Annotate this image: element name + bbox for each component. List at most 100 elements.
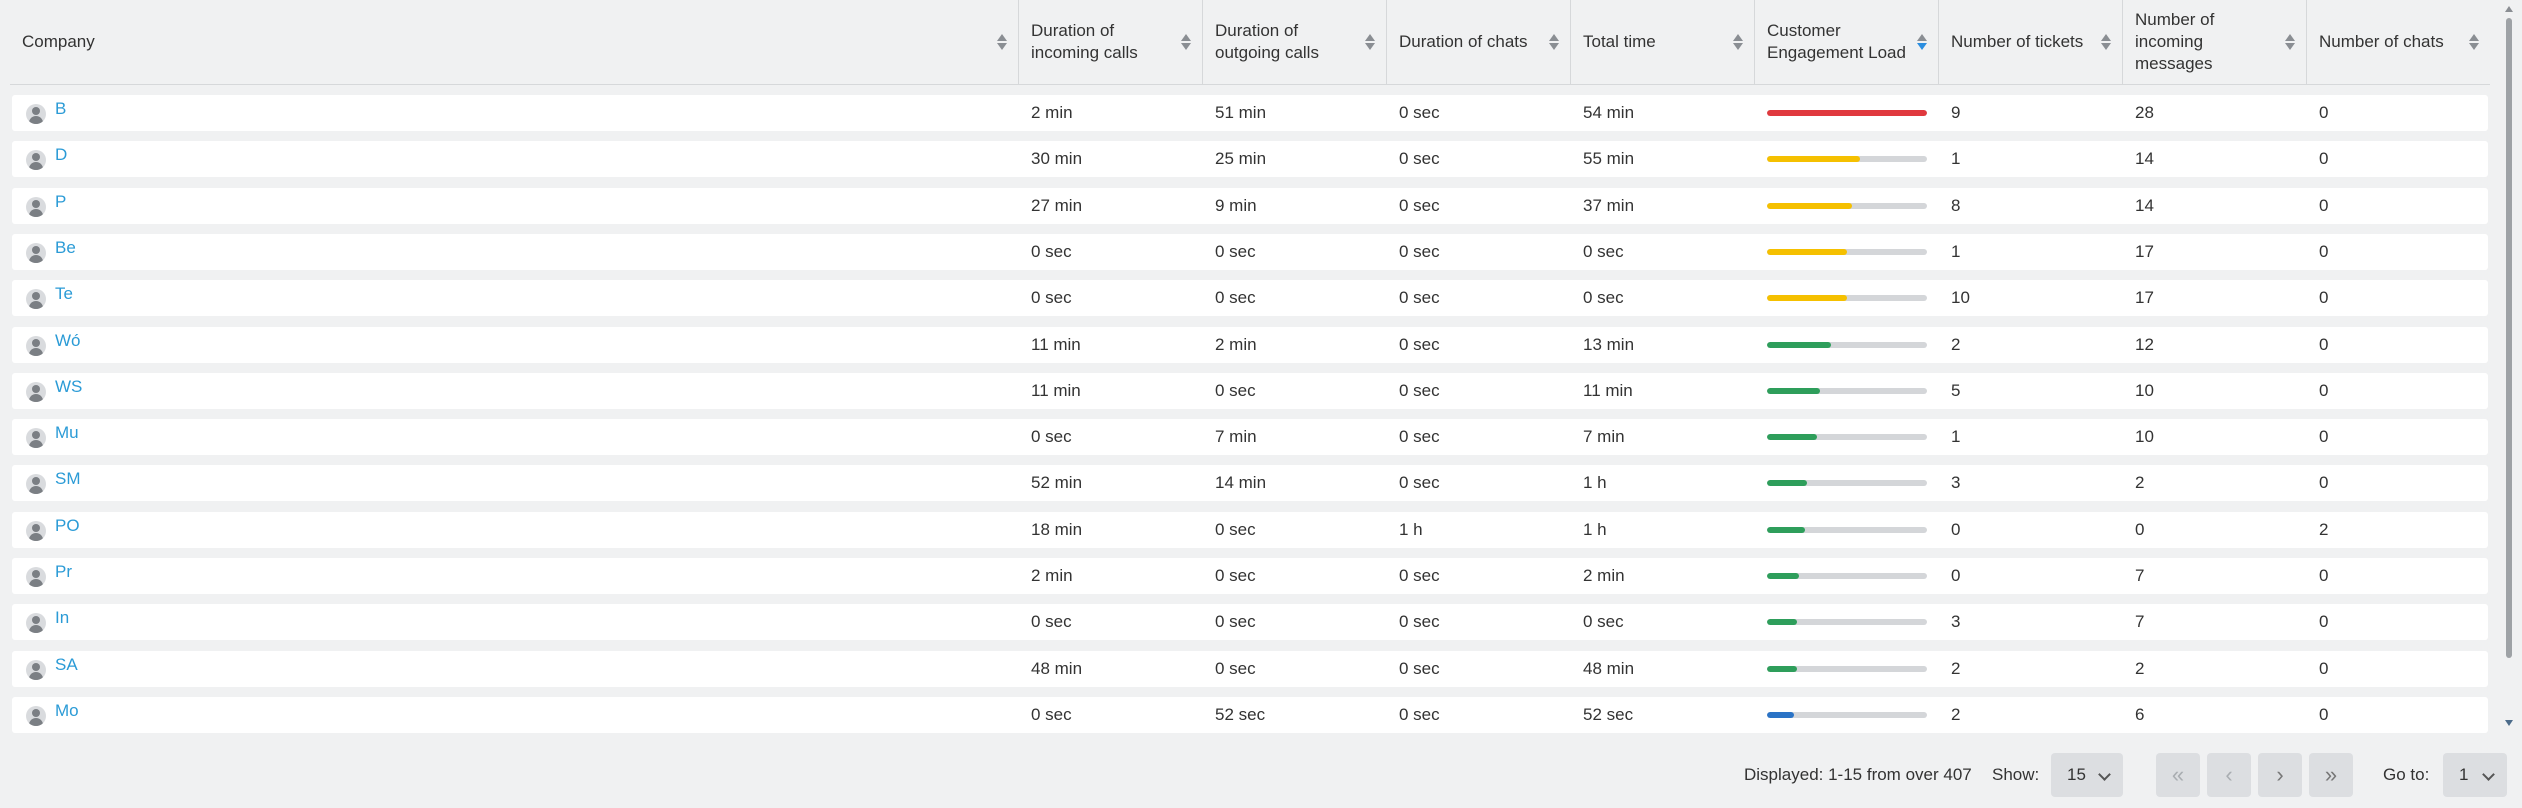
company-link[interactable]: Mo [55, 693, 79, 729]
sort-arrows-icon[interactable] [2100, 32, 2112, 52]
next-page-button[interactable]: › [2258, 753, 2302, 797]
vertical-scrollbar[interactable] [2503, 0, 2515, 735]
cell-incoming-messages: 10 [2135, 381, 2154, 400]
pagination-footer: Displayed: 1-15 from over 407 Show: 15 «… [0, 735, 2522, 808]
table-row[interactable]: PO 18 min 0 sec 1 h1 h002 [12, 512, 2488, 548]
table-row[interactable]: Pr 2 min 0 sec 0 sec 2 min 0 7 0 [12, 558, 2488, 594]
table-row[interactable]: Wó 11 min 2 min 0 sec 13 min 2 12 0 [12, 327, 2488, 363]
cell-incoming-calls: 18 min [1031, 520, 1083, 539]
sort-arrows-icon[interactable] [2284, 32, 2296, 52]
engagement-load-bar [1767, 388, 1927, 394]
column-header-company[interactable]: Company [10, 0, 1019, 84]
table-row[interactable]: SM 52 min 14 min 0 sec 1 h320 [12, 465, 2488, 501]
table-row[interactable]: Mu 0 sec 7 min 0 sec 7 min 1 10 0 [12, 419, 2488, 455]
company-link[interactable]: WS [55, 369, 82, 405]
engagement-load-fill [1767, 480, 1807, 486]
sort-arrows-icon[interactable] [1548, 32, 1560, 52]
scroll-thumb[interactable] [2506, 18, 2512, 658]
company-link[interactable]: SA [55, 647, 78, 683]
company-link[interactable]: In [55, 600, 69, 636]
cell-total-time: 7 min [1583, 427, 1625, 446]
cell-chats-duration: 0 sec [1399, 659, 1440, 678]
column-header-incoming-messages[interactable]: Number of incoming messages [2123, 0, 2307, 84]
double-chevron-left-icon: « [2171, 762, 2185, 787]
column-header-tickets[interactable]: Number of tickets [1939, 0, 2123, 84]
table-row[interactable]: D 30 min 25 min 0 sec 55 min 1 14 0 [12, 141, 2488, 177]
sort-arrows-icon[interactable] [996, 32, 1008, 52]
table-row[interactable]: WS 11 min 0 sec 0 sec 11 min 5 10 0 [12, 373, 2488, 409]
table-row[interactable]: B2 min 51 min 0 sec 54 min 9 28 0 [12, 95, 2488, 131]
sort-arrows-icon[interactable] [1364, 32, 1376, 52]
engagement-load-bar [1767, 480, 1927, 486]
company-link[interactable]: SM [55, 461, 81, 497]
sort-arrows-icon[interactable] [2468, 32, 2480, 52]
cell-tickets: 2 [1951, 705, 1961, 724]
cell-total-time: 1 h [1583, 520, 1607, 539]
cell-incoming-messages: 2 [2135, 659, 2145, 678]
sort-arrows-icon[interactable] [1732, 32, 1744, 52]
last-page-button[interactable]: » [2309, 753, 2353, 797]
cell-outgoing-calls: 25 min [1215, 149, 1267, 168]
cell-chats-count: 0 [2319, 149, 2329, 168]
prev-page-button[interactable]: ‹ [2207, 753, 2251, 797]
cell-outgoing-calls: 0 sec [1215, 381, 1256, 400]
cell-chats-duration: 0 sec [1399, 381, 1440, 400]
scroll-up-arrow-icon[interactable] [2505, 6, 2513, 12]
company-link[interactable]: Be [55, 230, 76, 266]
cell-tickets: 2 [1951, 335, 1961, 354]
sort-arrows-icon[interactable] [1916, 32, 1928, 52]
column-header-outgoing-calls[interactable]: Duration of outgoing calls [1203, 0, 1387, 84]
page-size-select[interactable]: 15 [2051, 753, 2123, 797]
cell-incoming-messages: 6 [2135, 705, 2145, 724]
scroll-down-arrow-icon[interactable] [2505, 720, 2513, 726]
company-link[interactable]: Pr [55, 554, 72, 590]
cell-chats-count: 0 [2319, 335, 2329, 354]
table-row[interactable]: Mo 0 sec 52 sec 0 sec 52 sec 2 6 0 [12, 697, 2488, 733]
cell-total-time: 2 min [1583, 566, 1625, 585]
cell-chats-count: 0 [2319, 473, 2329, 492]
cell-chats-duration: 0 sec [1399, 103, 1440, 122]
column-header-chats-count[interactable]: Number of chats [2307, 0, 2490, 84]
cell-outgoing-calls: 0 sec [1215, 288, 1256, 307]
cell-chats-duration: 0 sec [1399, 288, 1440, 307]
goto-page-select[interactable]: 1 [2443, 753, 2507, 797]
table-row[interactable]: In 0 sec 0 sec 0 sec 0 sec 3 7 0 [12, 604, 2488, 640]
column-header-incoming-calls[interactable]: Duration of incoming calls [1019, 0, 1203, 84]
company-avatar-icon [26, 428, 46, 448]
engagement-load-fill [1767, 573, 1799, 579]
company-link[interactable]: P [55, 184, 66, 220]
column-header-label: Number of chats [2319, 32, 2444, 51]
cell-outgoing-calls: 52 sec [1215, 705, 1266, 724]
company-link[interactable]: B [55, 91, 66, 127]
table-row[interactable]: SA 48 min 0 sec 0 sec 48 min 2 2 0 [12, 651, 2488, 687]
table-row[interactable]: P 27 min 9 min 0 sec 37 min 8 14 0 [12, 188, 2488, 224]
column-header-total-time[interactable]: Total time [1571, 0, 1755, 84]
company-link[interactable]: Wó [55, 323, 81, 359]
cell-incoming-messages: 7 [2135, 566, 2145, 585]
company-link[interactable]: D [55, 137, 67, 173]
company-link[interactable]: Te [55, 276, 73, 312]
engagement-load-bar [1767, 249, 1927, 255]
cell-outgoing-calls: 2 min [1215, 335, 1257, 354]
cell-tickets: 2 [1951, 659, 1961, 678]
cell-incoming-calls: 30 min [1031, 149, 1083, 168]
column-header-chats-duration[interactable]: Duration of chats [1387, 0, 1571, 84]
engagement-load-bar [1767, 156, 1927, 162]
cell-total-time: 0 sec [1583, 288, 1624, 307]
sort-arrows-icon[interactable] [1180, 32, 1192, 52]
table-row[interactable]: Be 0 sec 0 sec 0 sec 0 sec 1 17 0 [12, 234, 2488, 270]
company-link[interactable]: PO [55, 508, 80, 544]
column-header-label: Number of incoming messages [2135, 10, 2215, 73]
table-row[interactable]: Te 0 sec 0 sec 0 sec 0 sec 10 17 0 [12, 280, 2488, 316]
cell-incoming-messages: 7 [2135, 612, 2145, 631]
column-header-engagement-load[interactable]: Customer Engagement Load [1755, 0, 1939, 84]
cell-chats-duration: 0 sec [1399, 149, 1440, 168]
engagement-load-bar [1767, 712, 1927, 718]
cell-incoming-calls: 52 min [1031, 473, 1083, 492]
company-link[interactable]: Mu [55, 415, 79, 451]
cell-outgoing-calls: 0 sec [1215, 612, 1256, 631]
cell-tickets: 10 [1951, 288, 1970, 307]
first-page-button[interactable]: « [2156, 753, 2200, 797]
cell-total-time: 13 min [1583, 335, 1635, 354]
engagement-load-bar [1767, 573, 1927, 579]
